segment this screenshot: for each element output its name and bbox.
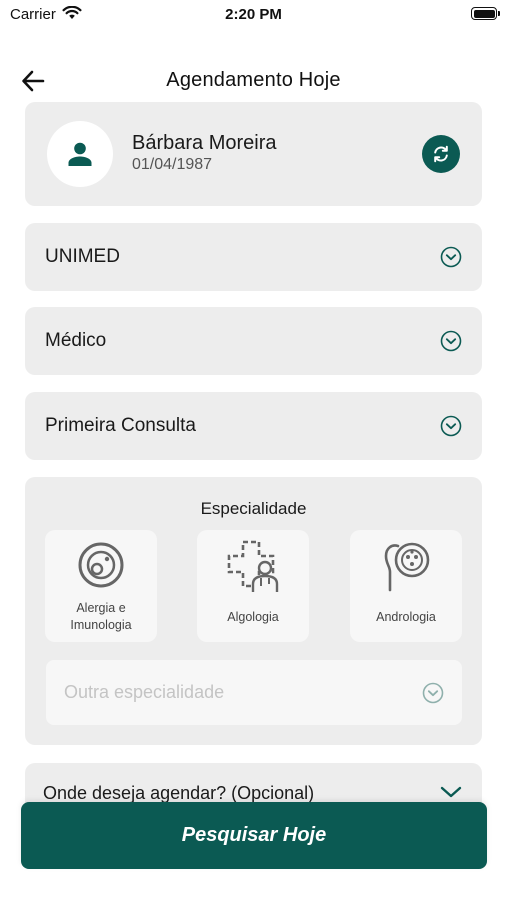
specialty-tile-label: Andrologia bbox=[376, 610, 436, 624]
specialty-tile-label: Alergia e Imunologia bbox=[70, 601, 132, 632]
chevron-down-circle-icon bbox=[422, 682, 444, 704]
chevron-down-circle-icon bbox=[440, 246, 462, 268]
avatar bbox=[47, 121, 113, 187]
specialty-tile-label: Algologia bbox=[227, 610, 279, 624]
patient-card: Bárbara Moreira 01/04/1987 bbox=[25, 102, 482, 206]
specialty-tile-algology[interactable]: Algologia bbox=[197, 530, 309, 642]
professional-type-value: Médico bbox=[45, 330, 107, 351]
specialty-tile-andrology[interactable]: Andrologia bbox=[350, 530, 462, 642]
clock: 2:20 PM bbox=[225, 6, 282, 23]
specialty-card: Especialidade Alergia e Imunologia Algol… bbox=[25, 477, 482, 745]
battery-icon bbox=[471, 7, 500, 20]
status-bar: Carrier 2:20 PM bbox=[0, 0, 507, 30]
patient-birth-date: 01/04/1987 bbox=[132, 156, 213, 173]
specialty-title: Especialidade bbox=[200, 499, 307, 518]
page-title: Agendamento Hoje bbox=[166, 69, 341, 91]
refresh-icon bbox=[434, 145, 448, 163]
location-label: Onde deseja agendar? (Opcional) bbox=[43, 783, 315, 803]
chevron-down-icon bbox=[440, 786, 462, 798]
medical-cross-doctor-icon bbox=[227, 540, 279, 592]
chevron-down-circle-icon bbox=[440, 330, 462, 352]
andrology-icon bbox=[384, 542, 430, 592]
search-today-button[interactable]: Pesquisar Hoje bbox=[21, 802, 487, 869]
professional-type-select[interactable]: Médico bbox=[25, 307, 482, 375]
specialty-tile-allergy[interactable]: Alergia e Imunologia bbox=[45, 530, 157, 642]
insurance-select[interactable]: UNIMED bbox=[25, 223, 482, 291]
consultation-type-select[interactable]: Primeira Consulta bbox=[25, 392, 482, 460]
consultation-type-value: Primeira Consulta bbox=[45, 415, 196, 436]
patient-name: Bárbara Moreira bbox=[132, 132, 277, 154]
person-icon bbox=[68, 142, 92, 166]
chevron-down-circle-icon bbox=[440, 415, 462, 437]
other-specialty-select[interactable] bbox=[46, 660, 462, 725]
other-specialty-input[interactable] bbox=[64, 660, 404, 725]
allergy-cell-icon bbox=[78, 542, 124, 588]
switch-patient-button[interactable] bbox=[422, 135, 460, 173]
header: Agendamento Hoje bbox=[0, 62, 507, 100]
insurance-value: UNIMED bbox=[45, 246, 120, 267]
